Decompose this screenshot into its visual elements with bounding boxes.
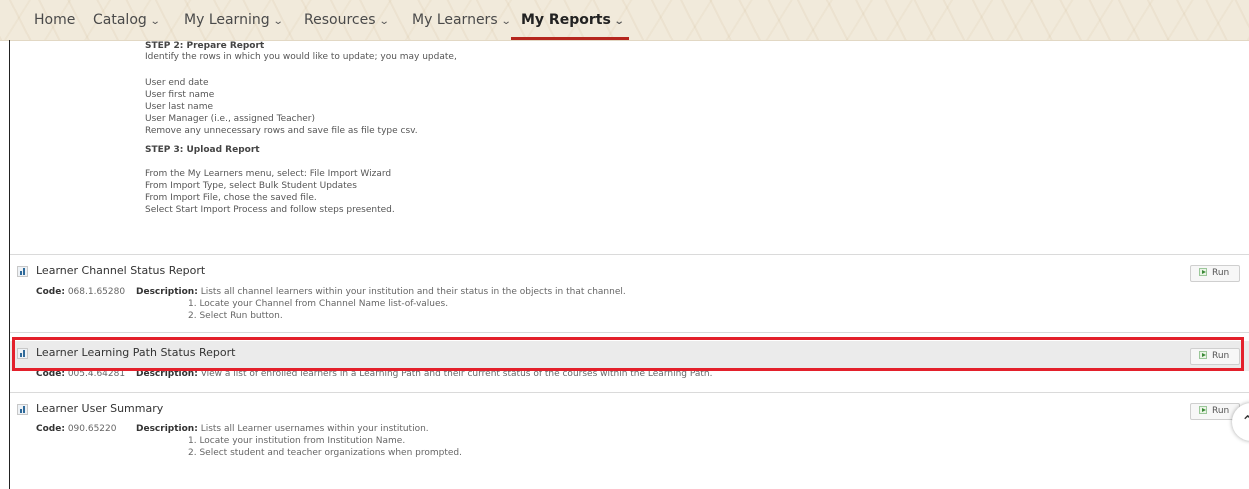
nav-catalog-label: Catalog	[93, 12, 147, 28]
nav-my-reports-label: My Reports	[521, 12, 611, 28]
step3-line: From Import Type, select Bulk Student Up…	[145, 181, 357, 191]
highlight-annotation-box	[12, 337, 1244, 371]
step2-intro: Identify the rows in which you would lik…	[145, 52, 457, 62]
nav-resources-label: Resources	[304, 12, 376, 28]
top-navigation-bar: Home Catalog ⌄ My Learning ⌄ Resources ⌄ My…	[0, 0, 1249, 41]
step2-outro: Remove any unnecessary rows and save fil…	[145, 126, 418, 136]
field-item: User first name	[145, 90, 215, 100]
step3-line: From the My Learners menu, select: File …	[145, 169, 392, 179]
report-description: Description: Lists all channel learners …	[136, 287, 626, 297]
chevron-down-icon: ⌄	[613, 16, 625, 27]
report-chart-icon	[17, 404, 28, 415]
report-step: 1. Locate your Channel from Channel Name…	[188, 299, 449, 309]
step3-heading: STEP 3: Upload Report	[145, 145, 260, 155]
play-icon	[1199, 406, 1207, 414]
run-button[interactable]: Run	[1190, 265, 1240, 282]
nav-my-learners-label: My Learners	[412, 12, 498, 28]
step3-line: From Import File, chose the saved file.	[145, 193, 317, 203]
nav-my-reports[interactable]: My Reports ⌄	[511, 0, 629, 40]
report-code: Code: 090.65220	[36, 424, 117, 434]
divider	[10, 332, 1249, 333]
report-description: Description: Lists all Learner usernames…	[136, 424, 429, 434]
nav-my-learning-label: My Learning	[184, 12, 270, 28]
nav-catalog[interactable]: Catalog ⌄	[93, 0, 161, 40]
chevron-down-icon: ⌄	[500, 16, 512, 27]
report-title[interactable]: Learner Channel Status Report	[36, 264, 205, 277]
divider	[10, 254, 1249, 255]
chevron-down-icon: ⌄	[378, 16, 390, 27]
report-code: Code: 068.1.65280	[36, 287, 126, 297]
nav-resources[interactable]: Resources ⌄	[304, 0, 390, 40]
field-item: User Manager (i.e., assigned Teacher)	[145, 114, 316, 124]
content-left-border	[9, 40, 10, 489]
active-nav-underline	[511, 37, 629, 40]
nav-home-label: Home	[34, 12, 76, 28]
step3-line: Select Start Import Process and follow s…	[145, 205, 395, 215]
chevron-up-icon: ⌃	[1241, 412, 1249, 431]
step2-heading: STEP 2: Prepare Report	[145, 41, 265, 51]
nav-my-learners[interactable]: My Learners ⌄	[412, 0, 512, 40]
report-title[interactable]: Learner User Summary	[36, 402, 163, 415]
run-label: Run	[1212, 406, 1230, 416]
chevron-down-icon: ⌄	[149, 16, 161, 27]
nav-my-learning[interactable]: My Learning ⌄	[184, 0, 284, 40]
field-item: User last name	[145, 102, 213, 112]
report-step: 1. Locate your institution from Institut…	[188, 436, 406, 446]
report-instructions: STEP 2: Prepare Report Identify the rows…	[145, 41, 1045, 216]
report-step: 2. Select Run button.	[188, 311, 283, 321]
divider	[10, 392, 1249, 393]
chevron-down-icon: ⌄	[272, 16, 284, 27]
field-item: User end date	[145, 78, 209, 88]
report-chart-icon	[17, 266, 28, 277]
run-label: Run	[1212, 268, 1230, 278]
report-step: 2. Select student and teacher organizati…	[188, 448, 462, 458]
play-icon	[1199, 268, 1207, 276]
nav-home[interactable]: Home	[34, 0, 75, 40]
